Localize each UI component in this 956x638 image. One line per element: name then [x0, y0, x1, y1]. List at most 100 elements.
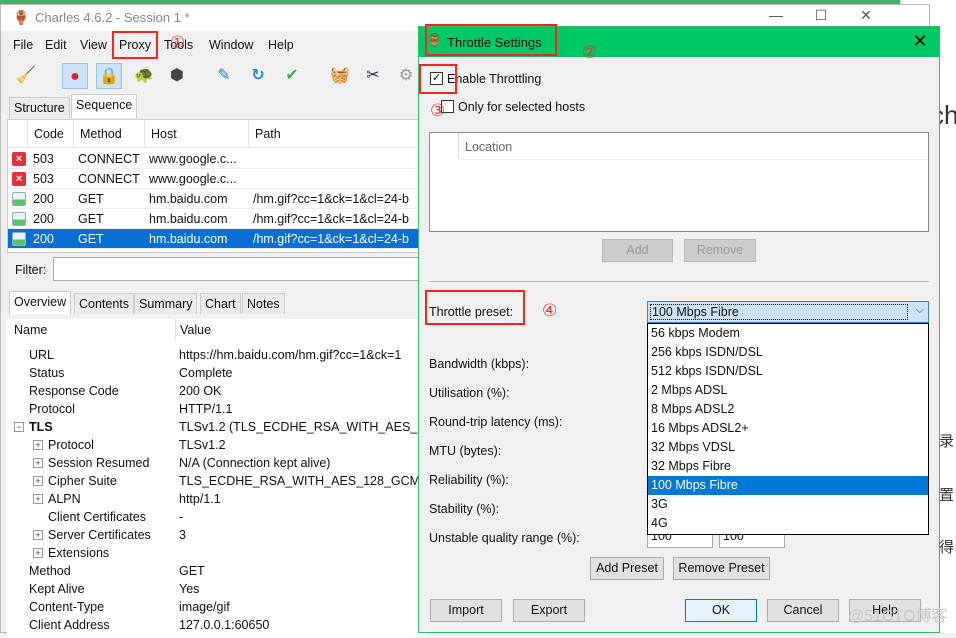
- menu-file[interactable]: File: [13, 38, 33, 52]
- overview-table: Name Value URL https://hm.baidu.com/hm.gi…: [7, 319, 427, 638]
- menu-edit[interactable]: Edit: [45, 38, 67, 52]
- overview-row[interactable]: + Cipher Suite TLS_ECDHE_RSA_WITH_AES_128_…: [7, 473, 427, 491]
- overview-row[interactable]: + Session Resumed N/A (Connection kept ali…: [7, 455, 427, 473]
- overview-row[interactable]: + Server Certificates 3: [7, 527, 427, 545]
- expand-icon[interactable]: +: [33, 476, 43, 486]
- remove-preset-button[interactable]: Remove Preset: [673, 557, 770, 580]
- expand-icon[interactable]: +: [33, 548, 43, 558]
- overview-row[interactable]: Content-Type image/gif: [7, 599, 427, 617]
- repeat-refresh-icon[interactable]: ↻: [245, 63, 271, 89]
- table-row[interactable]: × 503 CONNECT www.google.c...: [8, 169, 428, 189]
- preset-option[interactable]: 8 Mbps ADSL2: [648, 400, 928, 419]
- expand-icon[interactable]: +: [33, 530, 43, 540]
- cell-code: 200: [33, 212, 54, 226]
- table-row[interactable]: 200 GET hm.baidu.com /hm.gif?cc=1&ck=1&c…: [8, 189, 428, 209]
- breakpoint-hexagon-icon[interactable]: ⬢: [164, 63, 190, 89]
- add-location-button[interactable]: Add: [602, 239, 673, 262]
- overview-row[interactable]: Response Code 200 OK: [7, 383, 427, 401]
- overview-row[interactable]: Client Address 127.0.0.1:60650: [7, 617, 427, 635]
- expand-icon[interactable]: +: [33, 458, 43, 468]
- preset-option[interactable]: 32 Mbps Fibre: [648, 457, 928, 476]
- preset-option[interactable]: 256 kbps ISDN/DSL: [648, 343, 928, 362]
- tab-notes[interactable]: Notes: [242, 293, 285, 314]
- import-button[interactable]: Import: [430, 599, 502, 622]
- cell-path: /hm.gif?cc=1&ck=1&cl=24-b: [253, 212, 409, 226]
- column-header-path[interactable]: Path: [249, 120, 428, 148]
- basket-icon[interactable]: 🧺: [327, 63, 353, 89]
- throttle-preset-select[interactable]: 100 Mbps Fibre ⌵: [647, 301, 929, 323]
- cell-code: 200: [33, 192, 54, 206]
- preset-option[interactable]: 56 kbps Modem: [648, 324, 928, 343]
- menu-help[interactable]: Help: [268, 38, 294, 52]
- broom-icon[interactable]: 🧹: [13, 63, 39, 89]
- overview-value: TLSv1.2 (TLS_ECDHE_RSA_WITH_AES_128_: [179, 420, 427, 434]
- menu-window[interactable]: Window: [209, 38, 253, 52]
- settings-gear-icon[interactable]: ⚙: [393, 63, 419, 89]
- preset-option[interactable]: 4G: [648, 514, 928, 533]
- tab-contents[interactable]: Contents: [74, 293, 135, 314]
- table-row[interactable]: × 503 CONNECT www.google.c...: [8, 149, 428, 169]
- validate-check-icon[interactable]: ✔: [279, 63, 305, 89]
- status-column-header: [8, 120, 28, 148]
- cell-host: hm.baidu.com: [149, 192, 228, 206]
- preset-option[interactable]: 512 kbps ISDN/DSL: [648, 362, 928, 381]
- table-row[interactable]: 200 GET hm.baidu.com /hm.gif?cc=1&ck=1&c…: [8, 209, 428, 229]
- menu-view[interactable]: View: [80, 38, 107, 52]
- cell-host: www.google.c...: [149, 172, 237, 186]
- overview-row[interactable]: + Extensions: [7, 545, 427, 563]
- tools-icon[interactable]: ✂: [360, 63, 386, 89]
- column-header-method[interactable]: Method: [74, 120, 145, 148]
- cancel-button[interactable]: Cancel: [767, 599, 839, 622]
- overview-row[interactable]: Kept Alive Yes: [7, 581, 427, 599]
- remove-location-button[interactable]: Remove: [684, 239, 756, 262]
- cell-method: GET: [78, 192, 104, 206]
- tab-structure[interactable]: Structure: [9, 97, 70, 118]
- enable-throttling-label[interactable]: Enable Throttling: [447, 72, 541, 86]
- utilisation-label: Utilisation (%):: [429, 386, 510, 400]
- overview-row[interactable]: Client Certificates -: [7, 509, 427, 527]
- collapse-icon[interactable]: −: [14, 422, 24, 432]
- cell-code: 503: [33, 172, 54, 186]
- tab-overview[interactable]: Overview: [9, 291, 72, 314]
- record-icon[interactable]: ●: [62, 63, 88, 89]
- overview-name: Client Certificates: [48, 510, 146, 524]
- overview-row[interactable]: Status Complete: [7, 365, 427, 383]
- preset-option[interactable]: 2 Mbps ADSL: [648, 381, 928, 400]
- error-icon: ×: [12, 152, 26, 166]
- tab-summary[interactable]: Summary: [134, 293, 198, 314]
- add-preset-button[interactable]: Add Preset: [590, 557, 664, 580]
- ssl-proxy-lock-icon[interactable]: 🔒: [96, 63, 122, 89]
- overview-row[interactable]: + Protocol TLSv1.2: [7, 437, 427, 455]
- compose-pen-icon[interactable]: ✎: [211, 63, 237, 89]
- ok-button[interactable]: OK: [685, 599, 757, 622]
- watermark: @51CTO博客: [848, 608, 948, 625]
- chevron-down-icon[interactable]: ⌵: [916, 304, 924, 317]
- column-header-host[interactable]: Host: [145, 120, 249, 148]
- column-header-code[interactable]: Code: [28, 120, 74, 148]
- preset-option[interactable]: 100 Mbps Fibre: [648, 476, 928, 495]
- export-button[interactable]: Export: [513, 599, 585, 622]
- image-icon: [12, 212, 26, 226]
- overview-row[interactable]: + ALPN http/1.1: [7, 491, 427, 509]
- tab-chart[interactable]: Chart: [200, 293, 241, 314]
- overview-value: 3: [179, 528, 186, 542]
- only-selected-hosts-label[interactable]: Only for selected hosts: [458, 100, 585, 114]
- preset-option[interactable]: 3G: [648, 495, 928, 514]
- image-icon: [12, 232, 26, 246]
- overview-row[interactable]: Protocol HTTP/1.1: [7, 401, 427, 419]
- throttle-turtle-icon[interactable]: 🐢: [131, 63, 157, 89]
- expand-icon[interactable]: +: [33, 440, 43, 450]
- table-row[interactable]: 200 GET hm.baidu.com /hm.gif?cc=1&ck=1&c…: [8, 229, 428, 249]
- overview-row[interactable]: − TLS TLSv1.2 (TLS_ECDHE_RSA_WITH_AES_128_: [7, 419, 427, 437]
- tab-sequence[interactable]: Sequence: [71, 94, 138, 118]
- filter-input[interactable]: [53, 257, 427, 281]
- dialog-close-button[interactable]: ✕: [909, 31, 931, 52]
- expand-icon[interactable]: +: [33, 494, 43, 504]
- overview-row[interactable]: Method GET: [7, 563, 427, 581]
- column-header-location[interactable]: Location: [458, 133, 928, 160]
- overview-value: TLS_ECDHE_RSA_WITH_AES_128_GCM_SH: [179, 474, 427, 488]
- preset-option[interactable]: 16 Mbps ADSL2+: [648, 419, 928, 438]
- overview-value: image/gif: [179, 600, 230, 614]
- overview-row[interactable]: URL https://hm.baidu.com/hm.gif?cc=1&ck=1: [7, 347, 427, 365]
- preset-option[interactable]: 32 Mbps VDSL: [648, 438, 928, 457]
